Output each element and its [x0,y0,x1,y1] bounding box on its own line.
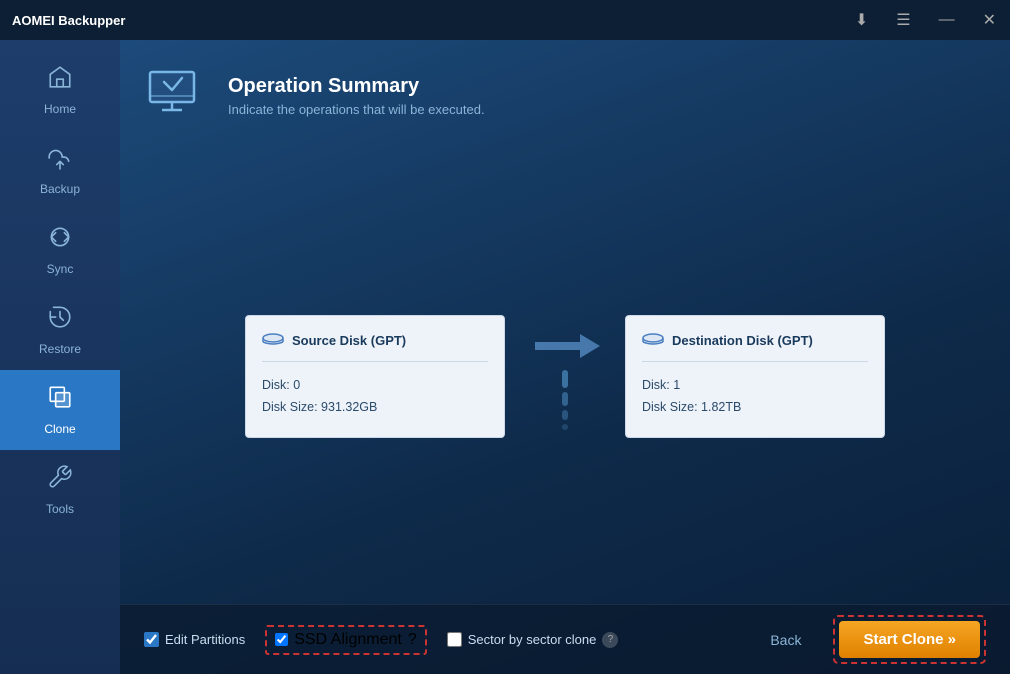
destination-disk-title: Destination Disk (GPT) [672,333,813,348]
bottom-actions: Back Start Clone » [754,615,986,664]
sidebar-clone-label: Clone [44,422,75,436]
ssd-alignment-wrap: SSD Alignment ? [265,625,427,655]
sidebar-item-tools[interactable]: Tools [0,450,120,530]
sidebar-home-label: Home [44,102,76,116]
source-disk-num: Disk: 0 [262,374,488,397]
sector-clone-help-icon[interactable]: ? [602,632,618,648]
source-disk-size: Disk Size: 931.32GB [262,396,488,419]
close-btn[interactable]: ✕ [977,6,1002,34]
destination-disk-info: Disk: 1 Disk Size: 1.82TB [642,374,868,419]
home-icon [47,64,73,96]
download-btn[interactable]: ⬇ [849,6,874,34]
sidebar-item-restore[interactable]: Restore [0,290,120,370]
sector-clone-label: Sector by sector clone [468,632,597,647]
header-section: Operation Summary Indicate the operation… [120,40,1010,148]
tools-icon [47,464,73,496]
header-text: Operation Summary Indicate the operation… [228,75,485,117]
sidebar-restore-label: Restore [39,342,81,356]
operation-summary-icon [144,64,208,128]
source-disk-header: Source Disk (GPT) [262,330,488,362]
ssd-help-icon[interactable]: ? [408,631,417,649]
destination-disk-size: Disk Size: 1.82TB [642,396,868,419]
menu-btn[interactable]: ☰ [890,6,916,34]
sidebar-item-home[interactable]: Home [0,50,120,130]
sidebar-item-clone[interactable]: Clone [0,370,120,450]
titlebar: AOMEI Backupper ⬇ ☰ — ✕ [0,0,1010,40]
sidebar-item-sync[interactable]: Sync [0,210,120,290]
page-subtitle: Indicate the operations that will be exe… [228,102,485,117]
minimize-btn[interactable]: — [933,7,961,33]
sync-icon [47,224,73,256]
sidebar-item-backup[interactable]: Backup [0,130,120,210]
bottom-bar: Edit Partitions SSD Alignment ? Sector b… [120,604,1010,674]
destination-disk-card: Destination Disk (GPT) Disk: 1 Disk Size… [625,315,885,438]
start-clone-button[interactable]: Start Clone » [839,621,980,658]
destination-disk-num: Disk: 1 [642,374,868,397]
back-button[interactable]: Back [754,624,817,656]
destination-disk-icon [642,330,664,351]
edit-partitions-checkbox[interactable] [144,632,159,647]
ssd-alignment-label: SSD Alignment [294,631,402,649]
bottom-options: Edit Partitions SSD Alignment ? Sector b… [144,625,754,655]
source-disk-info: Disk: 0 Disk Size: 931.32GB [262,374,488,419]
sidebar: Home Backup Sync [0,40,120,674]
page-title: Operation Summary [228,75,485,98]
app-title: AOMEI Backupper [12,13,125,28]
window-controls: ⬇ ☰ — ✕ [849,0,1002,40]
start-clone-wrap: Start Clone » [833,615,986,664]
disk-area: Source Disk (GPT) Disk: 0 Disk Size: 931… [120,148,1010,604]
arrow-container [505,320,625,432]
backup-icon [47,144,73,176]
source-disk-title: Source Disk (GPT) [292,333,406,348]
header-icon-wrap [144,64,208,128]
main-content: Operation Summary Indicate the operation… [120,40,1010,674]
edit-partitions-option[interactable]: Edit Partitions [144,632,245,647]
edit-partitions-label: Edit Partitions [165,632,245,647]
transfer-arrow [525,320,605,372]
destination-disk-header: Destination Disk (GPT) [642,330,868,362]
restore-icon [47,304,73,336]
clone-icon [47,384,73,416]
sector-clone-checkbox[interactable] [447,632,462,647]
sidebar-sync-label: Sync [47,262,74,276]
ssd-alignment-checkbox[interactable] [275,633,288,646]
sidebar-tools-label: Tools [46,502,74,516]
source-disk-icon [262,330,284,351]
sidebar-backup-label: Backup [40,182,80,196]
source-disk-card: Source Disk (GPT) Disk: 0 Disk Size: 931… [245,315,505,438]
app-body: Home Backup Sync [0,40,1010,674]
sector-clone-option[interactable]: Sector by sector clone ? [447,632,619,648]
